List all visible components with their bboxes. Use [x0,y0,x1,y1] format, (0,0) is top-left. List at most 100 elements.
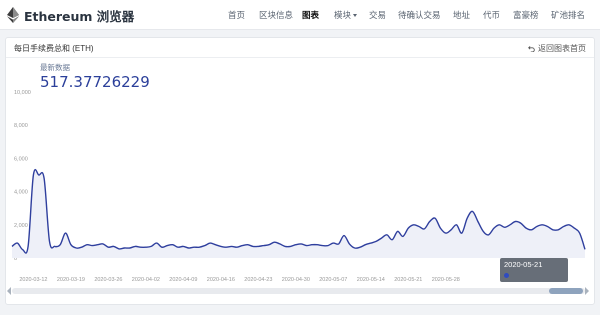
data-point [246,244,248,246]
data-point [188,247,190,249]
data-point [359,246,361,248]
tooltip-value-row: 2,808.72230281 [504,270,564,290]
data-point [204,244,206,246]
scroll-left-arrow-icon[interactable] [7,287,11,295]
data-point [80,246,82,248]
data-point [236,246,238,248]
data-point [584,248,586,250]
data-point [209,242,211,244]
data-point [578,232,580,234]
data-point [466,217,468,219]
zoom-scrollbar-thumb[interactable] [549,288,583,294]
data-point [64,232,66,234]
data-point [257,245,259,247]
data-point [123,247,125,249]
data-point [139,246,141,248]
data-point [273,241,275,243]
data-point [493,227,495,229]
data-point [16,242,18,244]
y-tick-label: 10,000 [14,90,31,96]
data-point [134,245,136,247]
data-point [305,244,307,246]
data-point [38,174,40,176]
data-point [102,243,104,245]
data-point [380,237,382,239]
data-point [412,224,414,226]
chart-tooltip: 2020-05-21 2,808.72230281 [500,258,568,289]
data-point [252,245,254,247]
data-point [471,210,473,212]
data-point [370,242,372,244]
data-point [557,229,559,231]
data-point [509,224,511,226]
data-point [155,242,157,244]
x-tick-label: 2020-05-14 [357,277,385,283]
data-point [391,239,393,241]
data-point [214,244,216,246]
data-point [145,246,147,248]
data-point [327,244,329,246]
data-point [43,177,45,179]
x-tick-label: 2020-05-07 [319,277,347,283]
data-point [418,225,420,227]
y-tick-label: 8,000 [14,123,28,129]
data-point [70,244,72,246]
data-point [161,246,163,248]
data-point [113,245,115,247]
data-point [97,244,99,246]
x-tick-label: 2020-04-23 [244,277,272,283]
data-point [530,229,532,231]
data-point [354,247,356,249]
x-tick-label: 2020-03-26 [94,277,122,283]
data-point [552,229,554,231]
scroll-right-arrow-icon[interactable] [585,287,589,295]
data-point [150,245,152,247]
data-point [546,225,548,227]
data-point [54,245,56,247]
data-point [118,248,120,250]
data-point [311,244,313,246]
data-point [455,224,457,226]
data-point [402,235,404,237]
series-dot-icon [504,272,509,278]
data-point [284,245,286,247]
data-point [498,224,500,226]
x-tick-label: 2020-05-21 [394,277,422,283]
x-tick-label: 2020-05-28 [432,277,460,283]
zoom-scrollbar-track[interactable] [12,288,585,294]
data-point [573,227,575,229]
data-point [172,244,174,246]
data-point [86,244,88,246]
data-point [263,244,265,246]
data-point [562,225,564,227]
data-point [504,226,506,228]
data-point [295,244,297,246]
x-tick-label: 2020-03-19 [57,277,85,283]
data-point [332,242,334,244]
data-point [230,245,232,247]
data-point [177,246,179,248]
x-tick-label: 2020-03-12 [19,277,47,283]
data-point [568,224,570,226]
data-point [48,240,50,242]
data-point [407,227,409,229]
data-point [107,246,109,248]
data-point [59,244,61,246]
data-point [423,228,425,230]
y-tick-label: 2,000 [14,223,28,229]
data-point [364,244,366,246]
data-point [386,234,388,236]
tooltip-date: 2020-05-21 [504,260,543,269]
data-point [429,220,431,222]
data-point [289,245,291,247]
data-point [75,247,77,249]
data-point [198,246,200,248]
data-point [514,220,516,222]
data-point [91,244,93,246]
y-tick-label: 4,000 [14,190,28,196]
data-point [343,234,345,236]
data-point [439,227,441,229]
data-point [536,225,538,227]
data-point [182,245,184,247]
x-tick-label: 2020-04-09 [169,277,197,283]
